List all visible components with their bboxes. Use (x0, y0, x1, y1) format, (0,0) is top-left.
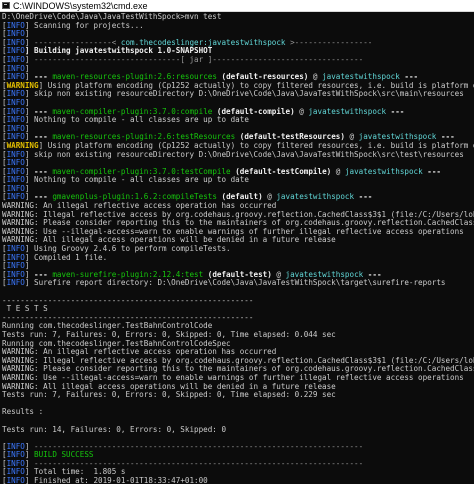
console-text: ] skip non existing resourceDirectory D:… (24, 149, 464, 159)
console-text: ] Scanning for projects... (24, 20, 144, 30)
console-text: Tests run: 7, Failures: 0, Errors: 0, Sk… (2, 390, 336, 400)
console-text: ] skip non existing resourceDirectory D:… (24, 89, 464, 99)
console-line: [INFO] Compiled 1 file. (2, 252, 474, 263)
console-text: ] Finished at: 2019-01-01T18:33:47+01:00 (24, 476, 208, 484)
console-text: --- (354, 192, 373, 202)
console-text: >----------------- (285, 37, 373, 47)
console-line: [INFO] Scanning for projects... (2, 20, 474, 31)
cmd-app-icon (2, 2, 10, 9)
console-text: ] Nothing to compile - all classes are u… (24, 115, 249, 125)
console-text: javatestwithspock (276, 192, 355, 202)
console-line: ----------------------------------------… (2, 296, 474, 306)
console-line: [INFO] Nothing to compile - all classes … (2, 175, 474, 185)
console-text: --- (386, 106, 405, 116)
console-text: --- (422, 166, 441, 176)
cmd-window: C:\WINDOWS\system32\cmd.exe D:\OneDrive\… (0, 0, 474, 484)
console-line: Results : (2, 408, 474, 417)
console-line: [INFO] Nothing to compile - all classes … (2, 115, 474, 125)
console-text: Tests run: 14, Failures: 0, Errors: 0, S… (2, 424, 227, 434)
console-text: ] Surefire report directory: D:\OneDrive… (24, 278, 446, 288)
console-line: [INFO] --------------------------------[… (2, 54, 474, 65)
log-level-info: INFO (6, 476, 25, 484)
console-line: [INFO] Finished at: 2019-01-01T18:33:47+… (2, 476, 474, 484)
console-line: Tests run: 7, Failures: 0, Errors: 0, Sk… (2, 390, 474, 400)
console-text: javatestwithspock (344, 166, 423, 176)
console-text: @ (331, 166, 345, 176)
console-line: [INFO] skip non existing resourceDirecto… (2, 90, 474, 99)
console-line: Tests run: 14, Failures: 0, Errors: 0, S… (2, 424, 474, 435)
console-line: [INFO] skip non existing resourceDirecto… (2, 149, 474, 160)
console-output[interactable]: D:\OneDrive\Code\Java\JavaTestWithSpock>… (2, 13, 474, 484)
title-bar[interactable]: C:\WINDOWS\system32\cmd.exe (0, 0, 474, 12)
console-text: Results : (2, 407, 44, 417)
window-title: C:\WINDOWS\system32\cmd.exe (13, 0, 148, 11)
console-text: --------------------------------[ jar ]-… (34, 54, 364, 64)
console-text: @ (294, 106, 309, 116)
console-text: ] Compiled 1 file. (24, 252, 108, 262)
log-level-info: INFO (6, 278, 25, 288)
console-text: ] Nothing to compile - all classes are u… (24, 175, 249, 185)
console-line: [INFO] Surefire report directory: D:\One… (2, 279, 474, 288)
console-text: javatestwithspock (308, 106, 387, 116)
